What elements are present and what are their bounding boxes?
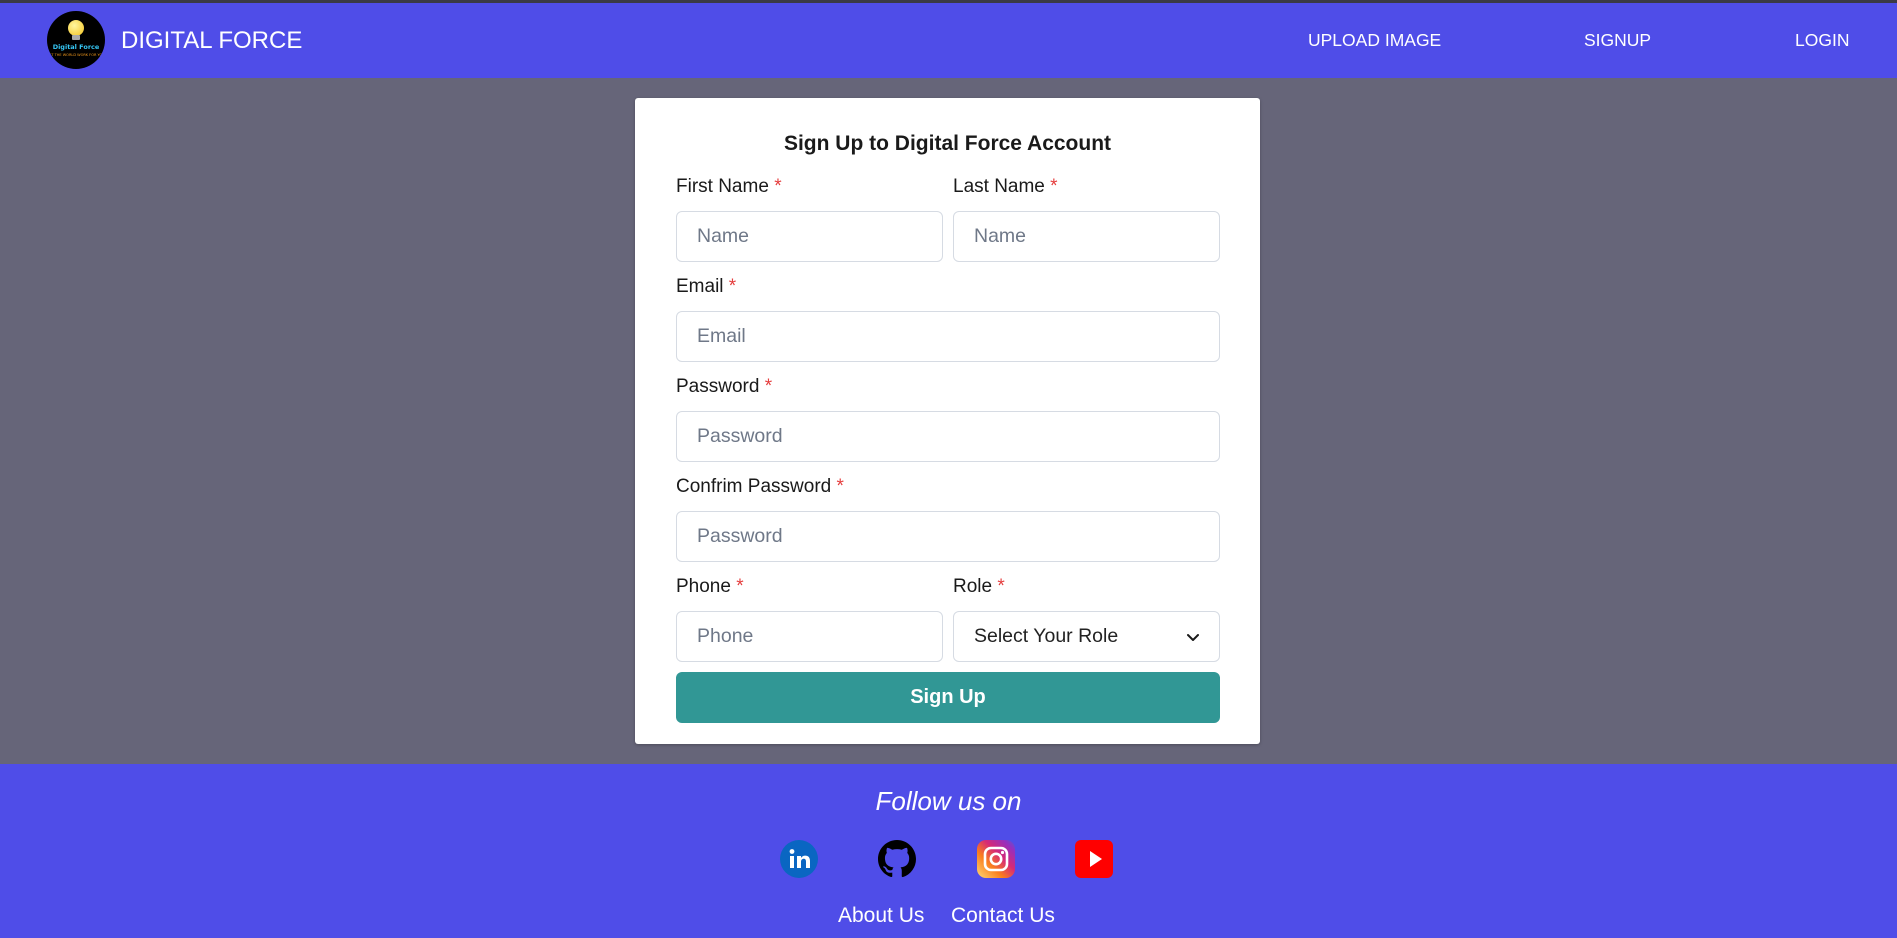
confirm-password-label: Confrim Password * xyxy=(676,476,844,498)
email-label-text: Email xyxy=(676,276,724,297)
role-select-value: Select Your Role xyxy=(974,625,1119,647)
password-label-text: Password xyxy=(676,376,760,397)
lightbulb-base xyxy=(72,35,80,40)
nav-signup[interactable]: SIGNUP xyxy=(1584,30,1651,51)
logo[interactable]: Digital Force LET THE WORLD WORK FOR YOU xyxy=(47,11,105,69)
about-us-link[interactable]: About Us xyxy=(838,904,924,928)
phone-label: Phone * xyxy=(676,576,744,598)
navbar: Digital Force LET THE WORLD WORK FOR YOU… xyxy=(0,3,1897,78)
required-marker: * xyxy=(1050,176,1058,197)
nav-login[interactable]: LOGIN xyxy=(1795,30,1849,51)
required-marker: * xyxy=(764,376,773,397)
youtube-icon[interactable] xyxy=(1075,840,1113,878)
instagram-icon[interactable] xyxy=(977,840,1015,878)
first-name-input[interactable] xyxy=(676,211,943,262)
github-icon[interactable] xyxy=(878,840,916,878)
logo-text: Digital Force xyxy=(52,43,100,51)
last-name-label-text: Last Name xyxy=(953,176,1045,197)
required-marker: * xyxy=(997,576,1005,597)
required-marker: * xyxy=(836,476,844,497)
chevron-down-icon xyxy=(1187,634,1199,641)
phone-label-text: Phone xyxy=(676,576,731,597)
email-input[interactable] xyxy=(676,311,1220,362)
contact-us-link[interactable]: Contact Us xyxy=(951,904,1055,928)
role-label: Role * xyxy=(953,576,1005,598)
lightbulb-icon xyxy=(68,20,84,36)
confirm-password-input[interactable] xyxy=(676,511,1220,562)
role-select[interactable]: Select Your Role xyxy=(953,611,1220,662)
first-name-label-text: First Name xyxy=(676,176,769,197)
nav-upload-image[interactable]: UPLOAD IMAGE xyxy=(1308,30,1441,51)
first-name-label: First Name * xyxy=(676,176,782,198)
confirm-password-label-text: Confrim Password xyxy=(676,476,832,497)
password-input[interactable] xyxy=(676,411,1220,462)
phone-input[interactable] xyxy=(676,611,943,662)
footer: Follow us on About Us Contact Us xyxy=(0,764,1897,938)
follow-us-text: Follow us on xyxy=(875,786,1022,816)
email-label: Email * xyxy=(676,276,736,298)
sign-up-button[interactable]: Sign Up xyxy=(676,672,1220,723)
last-name-input[interactable] xyxy=(953,211,1220,262)
linkedin-icon[interactable] xyxy=(780,840,818,878)
last-name-label: Last Name * xyxy=(953,176,1058,198)
form-title: Sign Up to Digital Force Account xyxy=(783,132,1112,155)
role-label-text: Role xyxy=(953,576,993,597)
required-marker: * xyxy=(774,176,782,197)
signup-card: Sign Up to Digital Force Account First N… xyxy=(635,98,1260,744)
required-marker: * xyxy=(728,276,737,297)
required-marker: * xyxy=(736,576,744,597)
logo-tagline: LET THE WORLD WORK FOR YOU xyxy=(47,53,105,57)
brand-name[interactable]: DIGITAL FORCE xyxy=(121,27,302,55)
password-label: Password * xyxy=(676,376,772,398)
